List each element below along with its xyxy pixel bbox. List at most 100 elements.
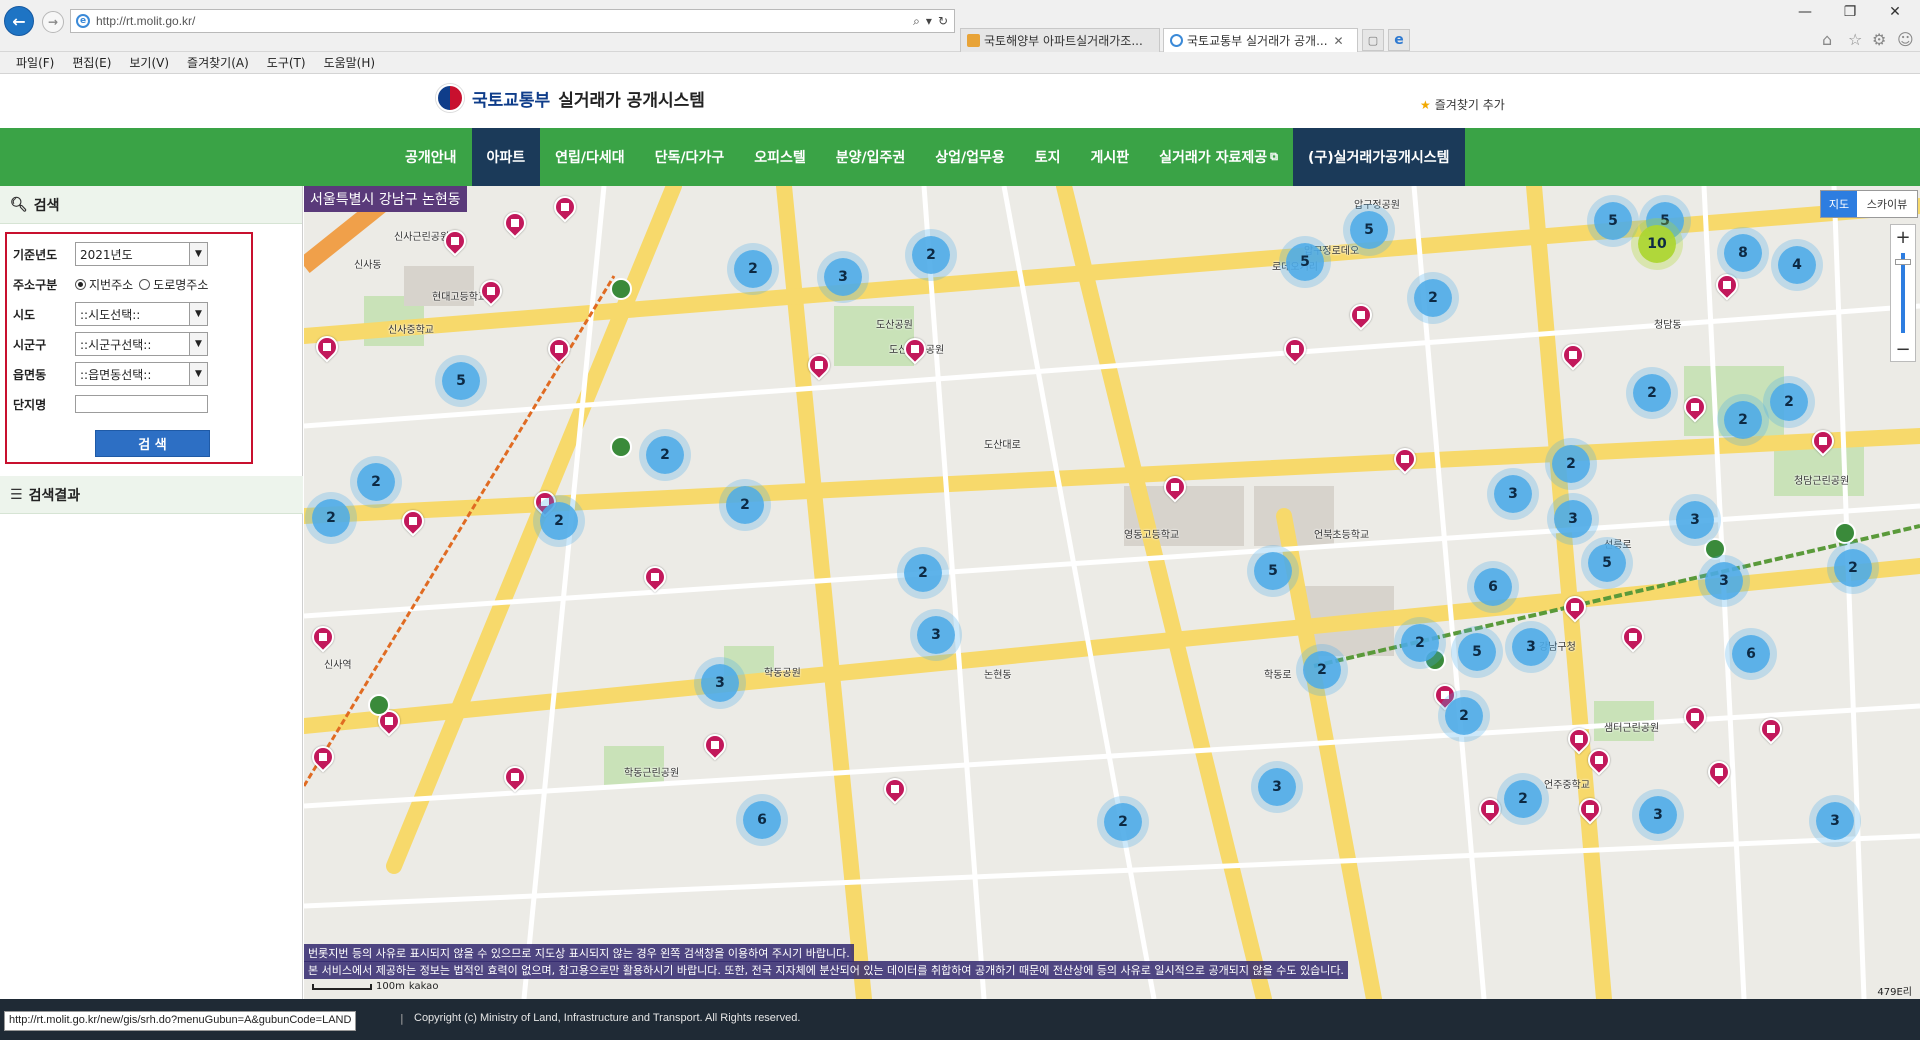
apartment-marker-icon[interactable] — [1574, 793, 1606, 825]
transaction-cluster-marker[interactable]: 2 — [1104, 803, 1142, 841]
transaction-cluster-marker[interactable]: 3 — [1512, 628, 1550, 666]
transaction-cluster-marker[interactable]: 2 — [1303, 651, 1341, 689]
year-select[interactable]: 2021년도 ▼ — [75, 242, 208, 266]
nav-land[interactable]: 토지 — [1020, 128, 1076, 186]
url-text[interactable]: http://rt.molit.go.kr/ — [96, 14, 913, 28]
nav-rowhouse[interactable]: 연립/다세대 — [540, 128, 640, 186]
apartment-marker-icon[interactable] — [311, 331, 343, 363]
transaction-cluster-marker[interactable]: 3 — [1494, 475, 1532, 513]
transaction-cluster-marker[interactable]: 2 — [1504, 780, 1542, 818]
transaction-cluster-marker[interactable]: 2 — [1724, 401, 1762, 439]
menu-file[interactable]: 파일(F) — [16, 54, 54, 71]
zoom-handle[interactable] — [1895, 259, 1911, 265]
transaction-cluster-marker[interactable]: 2 — [1770, 383, 1808, 421]
transaction-cluster-marker[interactable]: 2 — [904, 554, 942, 592]
apartment-marker-icon[interactable] — [1159, 471, 1191, 503]
apartment-marker-icon[interactable] — [1563, 723, 1595, 755]
add-bookmark-link[interactable]: ★ 즐겨찾기 추가 — [1420, 96, 1505, 113]
transaction-cluster-marker[interactable]: 5 — [1594, 202, 1632, 240]
transaction-cluster-marker[interactable]: 2 — [312, 499, 350, 537]
new-tab-button[interactable]: ▢ — [1362, 29, 1384, 51]
zoom-out-button[interactable]: − — [1891, 337, 1915, 361]
apartment-marker-icon[interactable] — [1807, 425, 1839, 457]
transaction-cluster-marker[interactable]: 5 — [442, 362, 480, 400]
sigungu-select[interactable]: ::시군구선택:: ▼ — [75, 332, 208, 356]
close-window-button[interactable]: ✕ — [1880, 4, 1910, 20]
nav-detached[interactable]: 단독/다가구 — [640, 128, 740, 186]
apartment-marker-icon[interactable] — [1279, 333, 1311, 365]
transaction-cluster-marker[interactable]: 3 — [824, 258, 862, 296]
browser-tab-2[interactable]: 국토교통부 실거래가 공개... ✕ — [1163, 28, 1358, 52]
apartment-marker-icon[interactable] — [499, 207, 531, 239]
transaction-cluster-marker[interactable]: 2 — [1552, 445, 1590, 483]
apartment-marker-icon[interactable] — [1755, 713, 1787, 745]
transaction-cluster-marker[interactable]: 2 — [1401, 624, 1439, 662]
transaction-cluster-marker[interactable]: 6 — [1474, 568, 1512, 606]
road-radio-option[interactable]: 도로명주소 — [139, 276, 208, 293]
transaction-cluster-marker[interactable]: 10 — [1638, 225, 1676, 263]
apartment-marker-icon[interactable] — [1679, 701, 1711, 733]
minimize-button[interactable]: — — [1790, 4, 1820, 20]
apartment-marker-icon[interactable] — [899, 333, 931, 365]
menu-view[interactable]: 보기(V) — [129, 54, 169, 71]
jibun-radio[interactable] — [75, 278, 86, 290]
transaction-cluster-marker[interactable]: 5 — [1254, 552, 1292, 590]
transaction-cluster-marker[interactable]: 8 — [1724, 234, 1762, 272]
edge-icon[interactable]: e — [1388, 29, 1410, 51]
refresh-icon[interactable]: ↻ — [938, 14, 948, 29]
apartment-marker-icon[interactable] — [879, 773, 911, 805]
sido-select[interactable]: ::시도선택:: ▼ — [75, 302, 208, 326]
apartment-marker-icon[interactable] — [1474, 793, 1506, 825]
apartment-marker-icon[interactable] — [1557, 339, 1589, 371]
nav-presale[interactable]: 분양/입주권 — [821, 128, 921, 186]
search-icon[interactable]: ⌕ — [913, 14, 920, 29]
apartment-marker-icon[interactable] — [499, 761, 531, 793]
jibun-radio-option[interactable]: 지번주소 — [75, 276, 133, 293]
apartment-marker-icon[interactable] — [307, 621, 339, 653]
transaction-cluster-marker[interactable]: 2 — [1633, 374, 1671, 412]
apartment-marker-icon[interactable] — [1559, 591, 1591, 623]
nav-guide[interactable]: 공개안내 — [390, 128, 472, 186]
apartment-marker-icon[interactable] — [1583, 744, 1615, 776]
apartment-marker-icon[interactable] — [1679, 391, 1711, 423]
apartment-marker-icon[interactable] — [475, 275, 507, 307]
transaction-cluster-marker[interactable]: 6 — [743, 801, 781, 839]
apartment-marker-icon[interactable] — [639, 561, 671, 593]
apartment-marker-icon[interactable] — [1703, 756, 1735, 788]
transaction-cluster-marker[interactable]: 3 — [1258, 768, 1296, 806]
transaction-cluster-marker[interactable]: 3 — [1639, 796, 1677, 834]
browser-tab-1[interactable]: 국토해양부 아파트실거래가조... — [960, 28, 1160, 52]
site-logo[interactable]: 국토교통부 실거래가 공개시스템 — [436, 84, 705, 112]
nav-board[interactable]: 게시판 — [1076, 128, 1145, 186]
address-bar[interactable]: e http://rt.molit.go.kr/ ⌕ ▾ ↻ — [70, 9, 955, 33]
map-view-button[interactable]: 지도 — [1821, 191, 1857, 217]
eupmyeondong-select[interactable]: ::읍면동선택:: ▼ — [75, 362, 208, 386]
transaction-cluster-marker[interactable]: 3 — [701, 664, 739, 702]
transaction-cluster-marker[interactable]: 3 — [1554, 500, 1592, 538]
apartment-marker-icon[interactable] — [803, 349, 835, 381]
apartment-marker-icon[interactable] — [549, 191, 581, 223]
apartment-marker-icon[interactable] — [439, 225, 471, 257]
transaction-cluster-marker[interactable]: 2 — [540, 502, 578, 540]
apartment-marker-icon[interactable] — [1711, 269, 1743, 301]
menu-edit[interactable]: 편집(E) — [72, 54, 111, 71]
favorites-star-icon[interactable]: ☆ — [1848, 30, 1862, 49]
transaction-cluster-marker[interactable]: 5 — [1458, 633, 1496, 671]
apartment-marker-icon[interactable] — [1389, 443, 1421, 475]
transaction-cluster-marker[interactable]: 5 — [1286, 243, 1324, 281]
transaction-cluster-marker[interactable]: 2 — [1445, 697, 1483, 735]
transaction-cluster-marker[interactable]: 5 — [1588, 544, 1626, 582]
transaction-cluster-marker[interactable]: 2 — [646, 436, 684, 474]
transaction-cluster-marker[interactable]: 5 — [1350, 211, 1388, 249]
apartment-marker-icon[interactable] — [543, 333, 575, 365]
transaction-cluster-marker[interactable]: 3 — [1676, 501, 1714, 539]
nav-commercial[interactable]: 상업/업무용 — [920, 128, 1020, 186]
apartment-marker-icon[interactable] — [1345, 299, 1377, 331]
complex-name-input[interactable] — [75, 395, 208, 413]
transaction-cluster-marker[interactable]: 2 — [726, 486, 764, 524]
nav-old-system[interactable]: (구)실거래가공개시스템 — [1292, 128, 1465, 186]
apartment-marker-icon[interactable] — [397, 505, 429, 537]
restore-button[interactable]: ❐ — [1835, 4, 1865, 20]
transaction-cluster-marker[interactable]: 3 — [1705, 562, 1743, 600]
back-button[interactable]: ← — [4, 6, 34, 36]
